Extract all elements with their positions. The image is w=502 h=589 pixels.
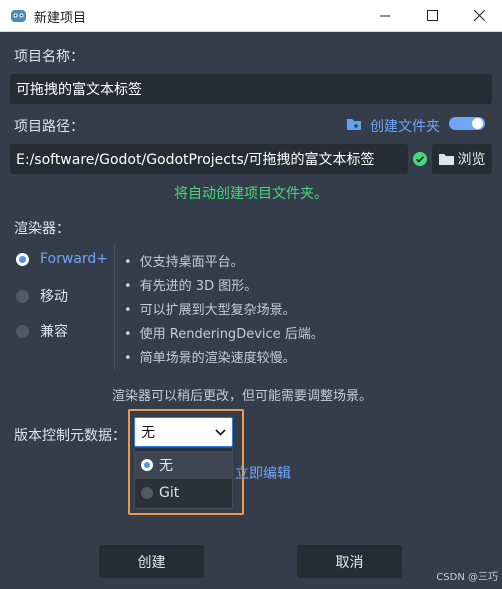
close-icon [473, 10, 485, 21]
folder-icon [438, 154, 454, 165]
radio-unchecked-icon [16, 324, 29, 338]
renderer-separator [114, 244, 115, 370]
path-status-text: 将自动创建项目文件夹。 [174, 186, 328, 202]
renderer-option-compatibility[interactable]: 兼容 [16, 321, 68, 341]
edit-now-link[interactable]: 立即编辑 [235, 463, 291, 483]
title-bar: 新建项目 [0, 0, 502, 32]
vcs-selected-value: 无 [141, 425, 155, 441]
vcs-select[interactable]: 无 [134, 417, 233, 447]
cancel-button[interactable]: 取消 [297, 545, 402, 578]
maximize-button[interactable] [409, 0, 455, 31]
browse-label: 浏览 [457, 152, 486, 168]
radio-checked-icon [141, 459, 153, 471]
renderer-label: 渲染器： [14, 221, 70, 237]
project-name-input[interactable]: 可拖拽的富文本标签 [10, 74, 492, 104]
renderer-feature: • 使用 RenderingDevice 后端。 [124, 327, 324, 342]
vcs-label: 版本控制元数据： [14, 428, 126, 444]
vcs-dropdown-menu: 无 Git [134, 447, 233, 509]
godot-logo-icon [11, 10, 26, 22]
project-name-label: 项目名称： [14, 49, 84, 65]
renderer-feature: • 有先进的 3D 图形。 [124, 279, 258, 294]
browse-button[interactable]: 浏览 [432, 144, 492, 174]
renderer-feature: • 简单场景的渲染速度较慢。 [124, 351, 296, 366]
minimize-button[interactable] [362, 0, 408, 31]
renderer-feature: • 可以扩展到大型复杂场景。 [124, 303, 296, 318]
renderer-option-label: 移动 [40, 289, 68, 305]
create-button-label: 创建 [137, 554, 166, 571]
renderer-option-mobile[interactable]: 移动 [16, 286, 68, 306]
project-path-value: E:/software/Godot/GodotProjects/可拖拽的富文本标… [16, 152, 375, 168]
renderer-feature: • 仅支持桌面平台。 [124, 255, 244, 270]
vcs-option-label: 无 [159, 458, 173, 474]
renderer-option-forward-plus[interactable]: Forward+ [16, 251, 108, 267]
vcs-option-git[interactable]: Git [135, 479, 232, 507]
check-icon [413, 152, 427, 166]
vcs-option-label: Git [159, 485, 180, 501]
radio-checked-icon [16, 252, 29, 266]
close-button[interactable] [456, 0, 502, 31]
folder-add-icon [347, 119, 361, 130]
vcs-option-none[interactable]: 无 [135, 451, 232, 479]
minimize-icon [379, 15, 390, 17]
project-path-label: 项目路径： [14, 119, 84, 135]
watermark: CSDN @三巧 [436, 572, 498, 583]
renderer-option-label: 兼容 [40, 324, 68, 340]
cancel-button-label: 取消 [335, 554, 364, 571]
radio-unchecked-icon [16, 289, 29, 303]
chevron-down-icon [215, 429, 226, 436]
create-button[interactable]: 创建 [99, 545, 204, 578]
project-path-input[interactable]: E:/software/Godot/GodotProjects/可拖拽的富文本标… [10, 144, 408, 174]
maximize-icon [426, 10, 438, 21]
window-title: 新建项目 [34, 11, 87, 26]
create-folder-label: 创建文件夹 [370, 119, 440, 135]
renderer-note: 渲染器可以稍后更改，但可能需要调整场景。 [112, 389, 373, 404]
project-name-value: 可拖拽的富文本标签 [16, 82, 142, 98]
radio-unchecked-icon [141, 487, 153, 499]
create-folder-toggle[interactable] [449, 117, 485, 130]
renderer-option-label: Forward+ [40, 251, 109, 267]
